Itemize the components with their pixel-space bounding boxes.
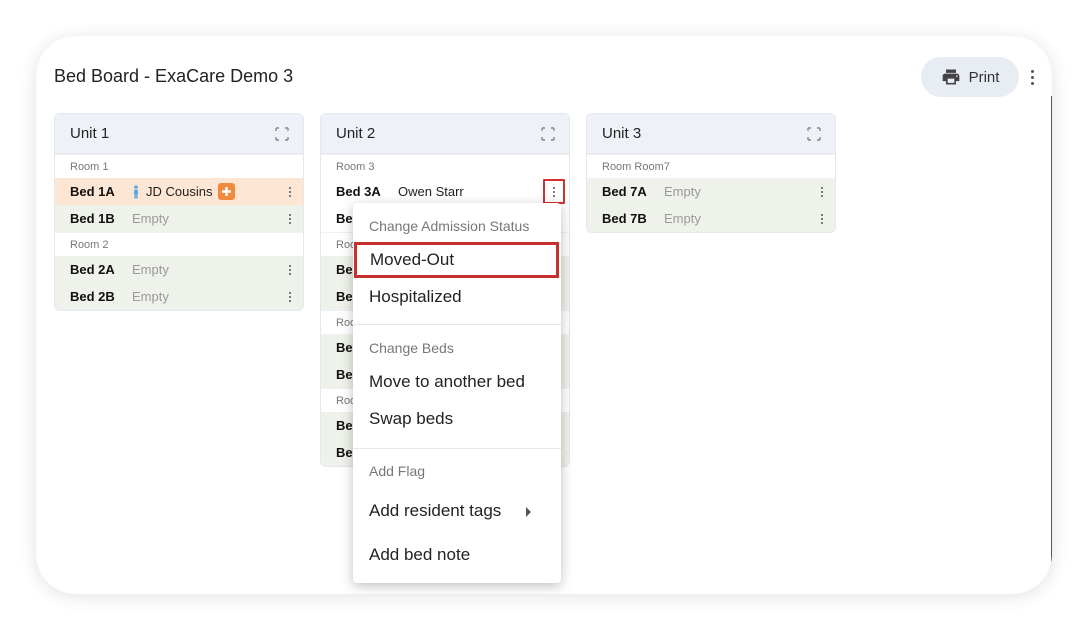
more-options-button[interactable]: [1027, 66, 1037, 88]
unit-header: Unit 1: [55, 114, 303, 154]
bed-menu-button[interactable]: [819, 212, 825, 226]
plus-badge-icon: [218, 183, 236, 200]
bed-row-7b[interactable]: Bed 7B Empty: [587, 205, 835, 232]
expand-icon[interactable]: [807, 126, 821, 141]
menu-section-admission: Change Admission Status: [369, 218, 530, 234]
printer-icon: [942, 69, 959, 85]
bed-menu-button[interactable]: [287, 212, 293, 226]
bed-occupant: JD Cousins: [132, 183, 236, 200]
bed-name: Bed 7B: [602, 211, 647, 226]
bed-occupant: Empty: [132, 211, 169, 226]
menu-item-moved-out[interactable]: Moved-Out: [354, 242, 559, 278]
more-vert-icon-dot: [1030, 75, 1034, 79]
print-label: Print: [968, 68, 1000, 86]
page-title: Bed Board - ExaCare Demo 3: [54, 66, 294, 86]
expand-icon[interactable]: [541, 126, 555, 141]
room-label: Room 2: [55, 232, 303, 256]
menu-section-flag: Add Flag: [369, 463, 426, 479]
app-window: Bed Board - ExaCare Demo 3 Print Unit 1 …: [36, 36, 1052, 594]
bed-menu-button[interactable]: [287, 185, 293, 199]
bed-name: Bed 2B: [70, 289, 115, 304]
bed-occupant: Empty: [664, 184, 701, 199]
menu-divider: [353, 448, 561, 449]
more-vert-icon: [1030, 69, 1034, 73]
more-vert-icon-dot: [1030, 81, 1034, 85]
bed-context-menu: Change Admission Status Moved-Out Hospit…: [353, 203, 561, 583]
bed-name: Bed 7A: [602, 184, 647, 199]
expand-icon[interactable]: [275, 126, 289, 141]
bed-menu-button[interactable]: [287, 290, 293, 304]
unit-header: Unit 3: [587, 114, 835, 154]
bed-occupant: Empty: [132, 262, 169, 277]
bed-row-7a[interactable]: Bed 7A Empty: [587, 178, 835, 205]
bed-name: Bed 1A: [70, 184, 115, 199]
print-button[interactable]: Print: [921, 57, 1019, 97]
bed-menu-button[interactable]: [819, 185, 825, 199]
bed-name: Bed 1B: [70, 211, 115, 226]
menu-item-bed-note[interactable]: Add bed note: [353, 537, 561, 573]
unit-title: Unit 3: [602, 125, 642, 142]
unit-card-1: Unit 1 Room 1 Bed 1A JD Cousins Bed 1B E…: [54, 113, 304, 311]
bed-row-2b[interactable]: Bed 2B Empty: [55, 283, 303, 310]
occupant-name: JD Cousins: [146, 184, 213, 199]
unit-title: Unit 2: [336, 125, 376, 142]
bed-menu-button-active[interactable]: [543, 179, 565, 204]
bed-occupant: Empty: [132, 289, 169, 304]
bed-name: Bed 3A: [336, 184, 381, 199]
caret-right-icon: [526, 507, 531, 517]
menu-section-beds: Change Beds: [369, 340, 454, 356]
window-edge: [1051, 96, 1052, 594]
unit-card-3: Unit 3 Room Room7 Bed 7A Empty Bed 7B Em…: [586, 113, 836, 233]
bed-row-2a[interactable]: Bed 2A Empty: [55, 256, 303, 283]
bed-occupant: Empty: [664, 211, 701, 226]
menu-item-hospitalized[interactable]: Hospitalized: [353, 279, 561, 315]
menu-item-swap-beds[interactable]: Swap beds: [353, 401, 561, 437]
menu-item-move-bed[interactable]: Move to another bed: [353, 364, 561, 400]
resident-tags-label: Add resident tags: [369, 501, 502, 520]
bed-row-1a[interactable]: Bed 1A JD Cousins: [55, 178, 303, 205]
room-label: Room 3: [321, 154, 569, 178]
unit-title: Unit 1: [70, 125, 110, 142]
bed-row-1b[interactable]: Bed 1B Empty: [55, 205, 303, 232]
person-icon: [134, 184, 138, 198]
menu-divider: [353, 324, 561, 325]
bed-name: Bed 2A: [70, 262, 115, 277]
room-label: Room Room7: [587, 154, 835, 178]
bed-occupant: Owen Starr: [398, 184, 464, 199]
room-label: Room 1: [55, 154, 303, 178]
menu-item-resident-tags[interactable]: Add resident tags: [353, 493, 561, 529]
bed-row-3a[interactable]: Bed 3A Owen Starr: [321, 178, 569, 205]
unit-header: Unit 2: [321, 114, 569, 154]
bed-menu-button[interactable]: [287, 263, 293, 277]
